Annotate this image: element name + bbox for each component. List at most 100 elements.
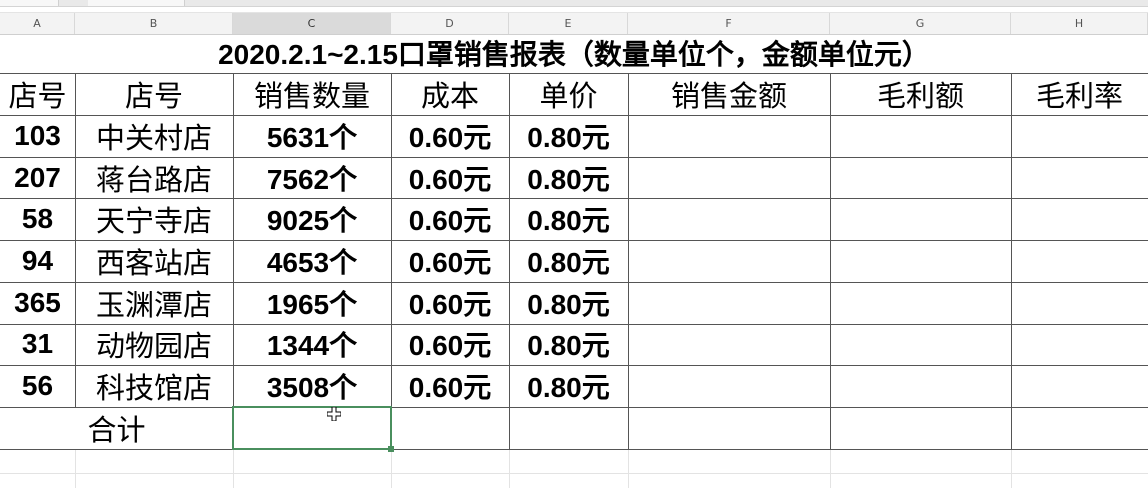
- header-store-id[interactable]: 店号: [0, 73, 75, 115]
- merged-cell-mask: [75, 408, 76, 449]
- cell-unit-price[interactable]: 0.80元: [509, 282, 628, 324]
- header-sales-amount[interactable]: 销售金额: [628, 73, 830, 115]
- gridline: [628, 450, 629, 488]
- cell-quantity[interactable]: 5631个: [233, 115, 391, 157]
- cell-cost[interactable]: 0.60元: [391, 324, 509, 366]
- header-store-name[interactable]: 店号: [75, 73, 233, 115]
- cell-store-id[interactable]: 58: [0, 198, 75, 240]
- tab[interactable]: [0, 0, 59, 6]
- cell-sales-amount[interactable]: [628, 198, 830, 240]
- row-border: [0, 115, 1148, 116]
- column-header-f[interactable]: F: [628, 13, 830, 34]
- cell-gross-profit[interactable]: [830, 324, 1011, 366]
- tab[interactable]: [88, 0, 185, 6]
- cell-unit-price[interactable]: 0.80元: [509, 240, 628, 282]
- cell-unit-price[interactable]: 0.80元: [509, 365, 628, 407]
- cell-store-id[interactable]: 103: [0, 115, 75, 157]
- cell-sales-amount[interactable]: [628, 240, 830, 282]
- row-border: [0, 324, 1148, 325]
- cell-store-id[interactable]: 31: [0, 324, 75, 366]
- cell-quantity[interactable]: 1344个: [233, 324, 391, 366]
- cell-grid[interactable]: 2020.2.1~2.15口罩销售报表（数量单位个，金额单位元） 店号 店号 销…: [0, 33, 1148, 488]
- column-header-e[interactable]: E: [509, 13, 628, 34]
- cell-sales-amount[interactable]: [628, 365, 830, 407]
- column-header-c[interactable]: C: [233, 13, 391, 34]
- cell-unit-price[interactable]: 0.80元: [509, 115, 628, 157]
- column-header-h[interactable]: H: [1011, 13, 1148, 34]
- cell-unit-price[interactable]: 0.80元: [509, 198, 628, 240]
- cell-store-name[interactable]: 科技馆店: [75, 365, 233, 407]
- row-border: [0, 365, 1148, 366]
- cell-gross-profit[interactable]: [830, 198, 1011, 240]
- cell-cost[interactable]: 0.60元: [391, 282, 509, 324]
- row-border: [0, 240, 1148, 241]
- cell-gross-profit[interactable]: [830, 157, 1011, 199]
- cell-store-name[interactable]: 西客站店: [75, 240, 233, 282]
- column-border: [75, 73, 76, 449]
- column-headers: A B C D E F G H: [0, 12, 1148, 35]
- header-gross-profit[interactable]: 毛利额: [830, 73, 1011, 115]
- cell-quantity[interactable]: 1965个: [233, 282, 391, 324]
- cell-cost[interactable]: 0.60元: [391, 365, 509, 407]
- cell-quantity[interactable]: 7562个: [233, 157, 391, 199]
- cell-unit-price[interactable]: 0.80元: [509, 157, 628, 199]
- cell-unit-price[interactable]: 0.80元: [509, 324, 628, 366]
- gridline: [75, 450, 76, 488]
- cell-sales-amount[interactable]: [628, 282, 830, 324]
- header-quantity[interactable]: 销售数量: [233, 73, 391, 115]
- cell-store-id[interactable]: 207: [0, 157, 75, 199]
- report-title[interactable]: 2020.2.1~2.15口罩销售报表（数量单位个，金额单位元）: [0, 33, 1148, 73]
- cell-store-name[interactable]: 蒋台路店: [75, 157, 233, 199]
- cell-gross-margin[interactable]: [1011, 324, 1148, 366]
- fill-handle[interactable]: [388, 446, 394, 452]
- gridline: [233, 450, 234, 488]
- gridline: [391, 450, 392, 488]
- tab-strip: [0, 0, 1148, 7]
- total-label[interactable]: 合计: [0, 407, 233, 449]
- selected-cell[interactable]: [232, 406, 392, 450]
- column-border: [509, 73, 510, 449]
- cell-quantity[interactable]: 9025个: [233, 198, 391, 240]
- cell-store-id[interactable]: 94: [0, 240, 75, 282]
- cell-sales-amount[interactable]: [628, 324, 830, 366]
- column-header-g[interactable]: G: [830, 13, 1011, 34]
- row-border: [0, 157, 1148, 158]
- cell-cost[interactable]: 0.60元: [391, 115, 509, 157]
- cell-quantity[interactable]: 3508个: [233, 365, 391, 407]
- cell-cost[interactable]: 0.60元: [391, 240, 509, 282]
- gridline: [0, 473, 1148, 474]
- header-unit-price[interactable]: 单价: [509, 73, 628, 115]
- header-gross-margin[interactable]: 毛利率: [1011, 73, 1148, 115]
- cell-store-id[interactable]: 56: [0, 365, 75, 407]
- cell-cost[interactable]: 0.60元: [391, 198, 509, 240]
- cell-gross-margin[interactable]: [1011, 365, 1148, 407]
- spreadsheet-window: A B C D E F G H 2020.2.1~2.15口罩销售报表（数量单位…: [0, 0, 1148, 488]
- cell-gross-margin[interactable]: [1011, 115, 1148, 157]
- cell-gross-profit[interactable]: [830, 115, 1011, 157]
- cell-store-name[interactable]: 中关村店: [75, 115, 233, 157]
- cell-store-name[interactable]: 天宁寺店: [75, 198, 233, 240]
- cell-cost[interactable]: 0.60元: [391, 157, 509, 199]
- header-cost[interactable]: 成本: [391, 73, 509, 115]
- cell-store-name[interactable]: 玉渊潭店: [75, 282, 233, 324]
- cell-quantity[interactable]: 4653个: [233, 240, 391, 282]
- cell-gross-profit[interactable]: [830, 365, 1011, 407]
- column-header-a[interactable]: A: [0, 13, 75, 34]
- column-header-d[interactable]: D: [391, 13, 509, 34]
- cell-gross-margin[interactable]: [1011, 198, 1148, 240]
- row-border: [0, 449, 1148, 450]
- row-border: [0, 282, 1148, 283]
- cell-select-cross-icon: [327, 407, 341, 421]
- cell-sales-amount[interactable]: [628, 157, 830, 199]
- cell-store-id[interactable]: 365: [0, 282, 75, 324]
- row-border: [0, 407, 1148, 408]
- cell-gross-margin[interactable]: [1011, 157, 1148, 199]
- cell-store-name[interactable]: 动物园店: [75, 324, 233, 366]
- cell-gross-margin[interactable]: [1011, 240, 1148, 282]
- cell-gross-profit[interactable]: [830, 282, 1011, 324]
- cell-gross-margin[interactable]: [1011, 282, 1148, 324]
- column-header-b[interactable]: B: [75, 13, 233, 34]
- cell-sales-amount[interactable]: [628, 115, 830, 157]
- cell-gross-profit[interactable]: [830, 240, 1011, 282]
- gridline: [1011, 450, 1012, 488]
